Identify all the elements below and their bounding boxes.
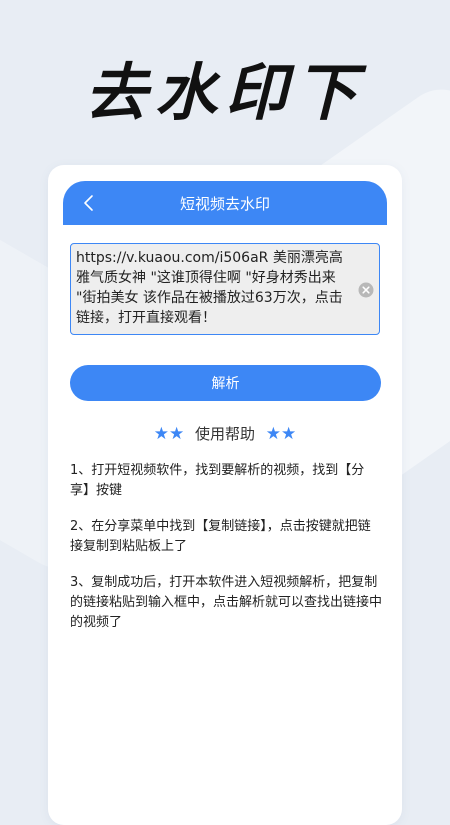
hero-title: 去水印下 [84,56,365,129]
help-heading: ★★ 使用帮助 ★★ [48,423,402,444]
url-input-value: https://v.kuaou.com/i506aR 美丽漂亮高雅气质女神 "这… [76,250,343,326]
star-icon: ★★ [153,424,185,444]
help-title: 使用帮助 [194,425,255,443]
main-card: 短视频去水印 https://v.kuaou.com/i506aR 美丽漂亮高雅… [48,165,402,825]
url-input[interactable]: https://v.kuaou.com/i506aR 美丽漂亮高雅气质女神 "这… [70,243,380,335]
parse-button[interactable]: 解析 [70,365,381,401]
help-step-1: 1、打开短视频软件，找到要解析的视频，找到【分享】按键 [70,463,365,498]
header-title: 短视频去水印 [179,195,270,213]
help-step-3: 3、复制成功后，打开本软件进入短视频解析，把复制的链接粘贴到输入框中，点击解析就… [70,575,383,630]
star-icon: ★★ [265,424,297,444]
help-step-2: 2、在分享菜单中找到【复制链接】，点击按键就把链接复制到粘贴板上了 [70,519,371,554]
clear-circle-icon[interactable] [358,282,374,298]
help-steps: 1、打开短视频软件，找到要解析的视频，找到【分享】按键 2、在分享菜单中找到【复… [70,461,382,649]
header-bar: 短视频去水印 [63,181,387,225]
